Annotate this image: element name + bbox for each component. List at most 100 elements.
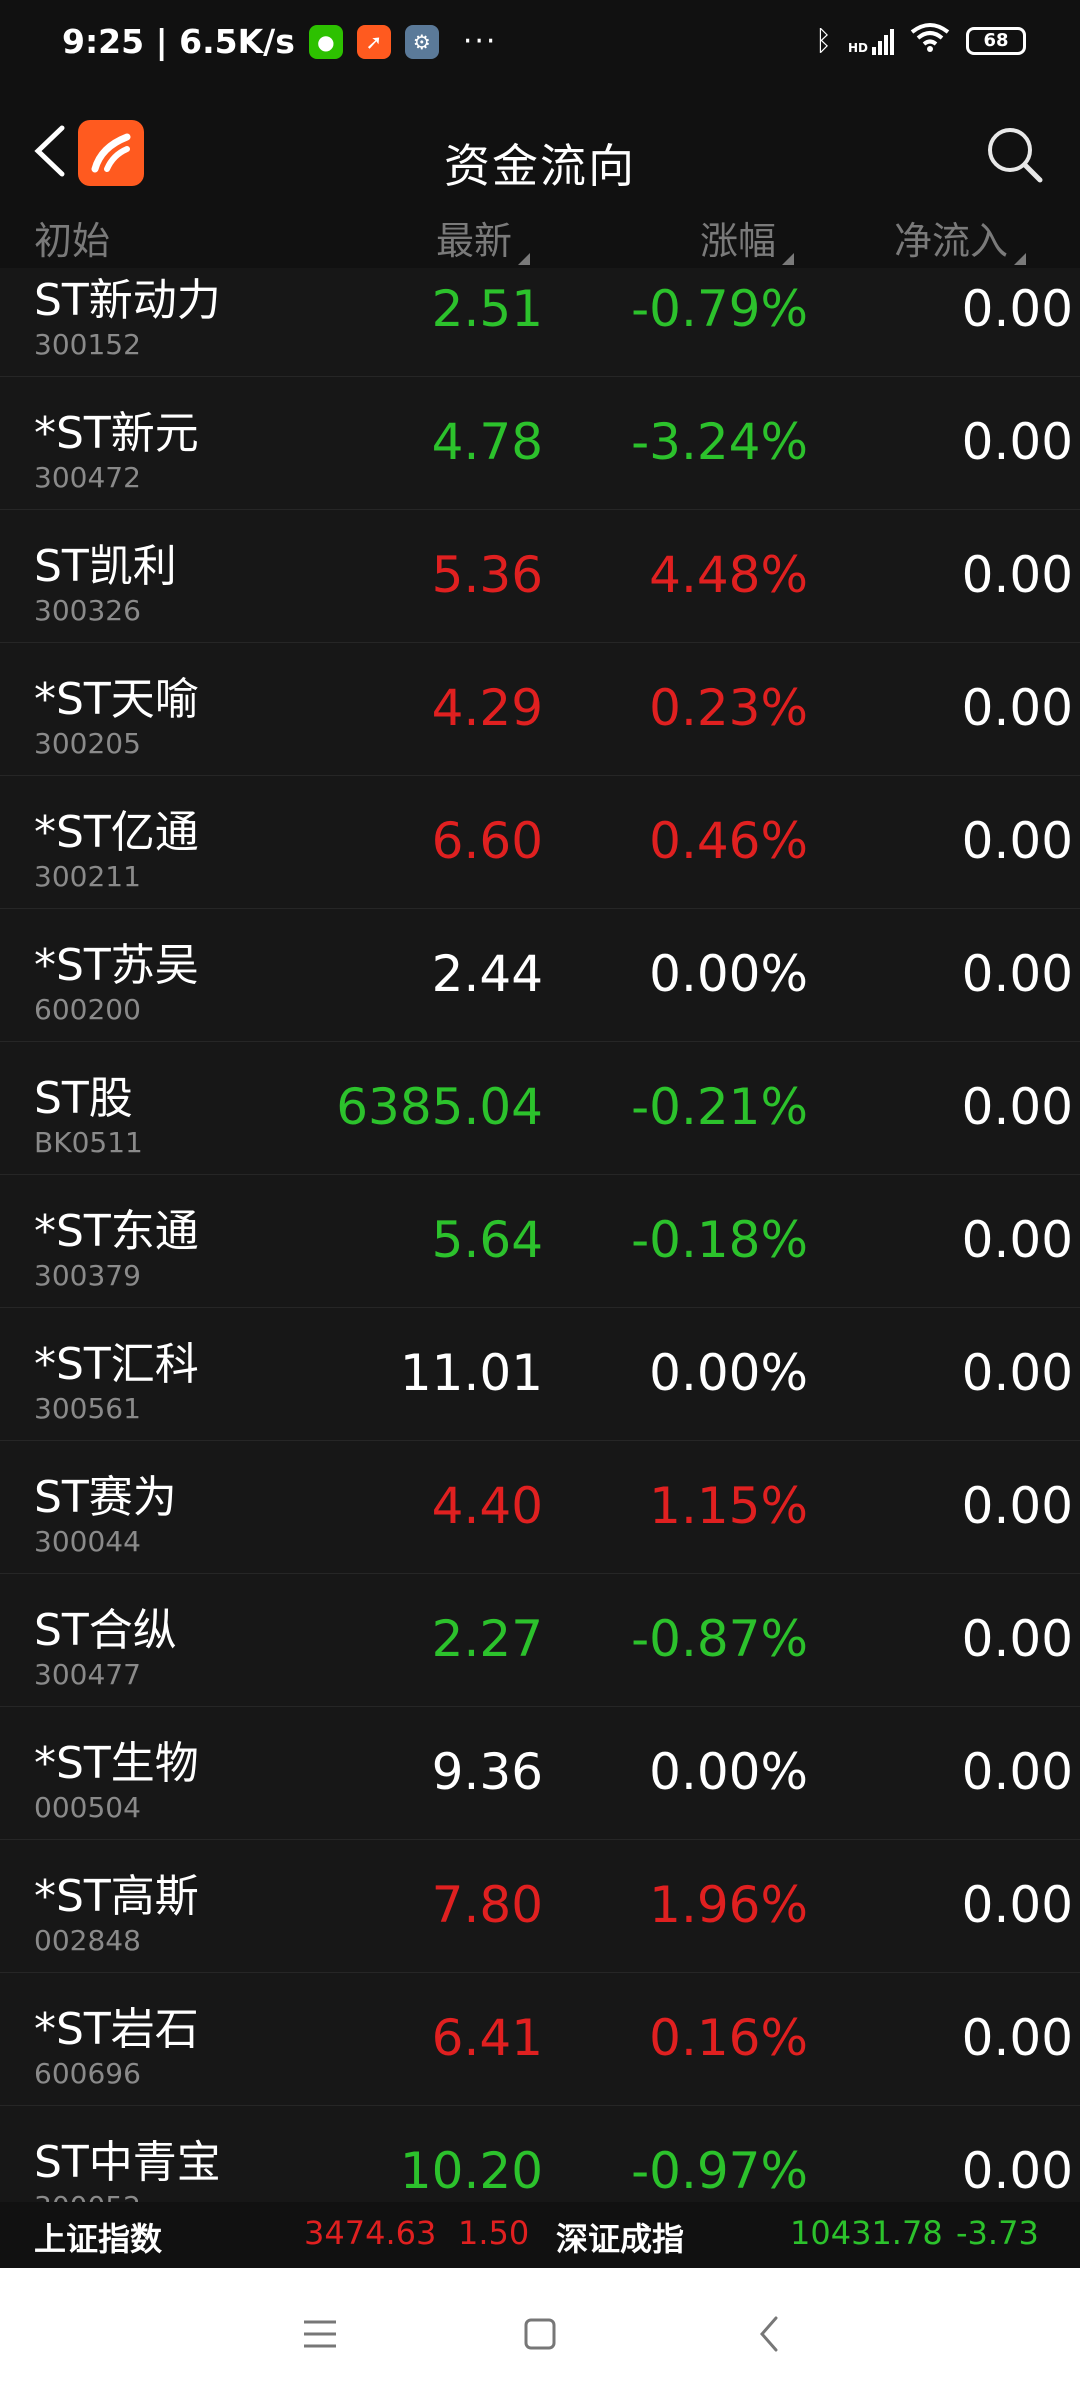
stock-net-inflow: 0.00	[961, 679, 1073, 737]
more-notifications-icon: ···	[462, 24, 498, 59]
stock-code: 600200	[34, 993, 141, 1026]
table-row[interactable]: ST合纵 300477 2.27 -0.87% 0.00	[0, 1574, 1080, 1707]
table-row[interactable]: *ST新元 300472 4.78 -3.24% 0.00	[0, 377, 1080, 510]
col-initial-label: 初始	[34, 219, 111, 263]
col-change[interactable]: 涨幅	[700, 210, 795, 265]
table-row[interactable]: *ST高斯 002848 7.80 1.96% 0.00	[0, 1840, 1080, 1973]
stock-name: *ST生物	[34, 1738, 199, 1789]
table-row[interactable]: ST中青宝 300052 10.20 -0.97% 0.00	[0, 2106, 1080, 2202]
stock-name: ST新动力	[34, 275, 221, 326]
gear-icon: ⚙	[404, 24, 439, 59]
stock-code: 300052	[34, 2190, 141, 2202]
stock-change: -0.18%	[631, 1211, 808, 1269]
stock-change: 1.96%	[649, 1876, 808, 1934]
page-title: 资金流向	[444, 139, 636, 193]
wechat-icon: ●	[308, 24, 343, 59]
table-row[interactable]: *ST东通 300379 5.64 -0.18% 0.00	[0, 1175, 1080, 1308]
stock-price: 6.60	[431, 812, 543, 870]
bluetooth-icon: ᛒ	[815, 24, 832, 57]
stock-net-inflow: 0.00	[961, 546, 1073, 604]
stock-price: 4.40	[431, 1477, 543, 1535]
stock-change: -0.97%	[631, 2142, 808, 2200]
stock-change: -3.24%	[631, 413, 808, 471]
stock-name: *ST汇科	[34, 1339, 199, 1390]
table-row[interactable]: *ST天喻 300205 4.29 0.23% 0.00	[0, 643, 1080, 776]
stock-price: 11.01	[399, 1344, 543, 1402]
table-row[interactable]: ST凯利 300326 5.36 4.48% 0.00	[0, 510, 1080, 643]
sz-index-change: -3.73	[956, 2214, 1039, 2252]
stock-price: 5.64	[431, 1211, 543, 1269]
stock-code: 300379	[34, 1259, 141, 1292]
stock-name: ST中青宝	[34, 2137, 221, 2188]
stock-net-inflow: 0.00	[961, 945, 1073, 1003]
stock-code: 000504	[34, 1791, 141, 1824]
table-row[interactable]: *ST岩石 600696 6.41 0.16% 0.00	[0, 1973, 1080, 2106]
stock-price: 10.20	[399, 2142, 543, 2200]
table-row[interactable]: ST赛为 300044 4.40 1.15% 0.00	[0, 1441, 1080, 1574]
index-ticker[interactable]: 上证指数 3474.63 1.50 深证成指 10431.78 -3.73	[0, 2202, 1080, 2268]
sort-icon	[1014, 253, 1027, 265]
battery-level: 68	[983, 30, 1009, 51]
stock-price: 6.41	[431, 2009, 543, 2067]
stock-net-inflow: 0.00	[961, 413, 1073, 471]
stock-name: ST合纵	[34, 1605, 177, 1656]
stock-change: 0.00%	[649, 1344, 808, 1402]
stock-net-inflow: 0.00	[961, 1477, 1073, 1535]
table-row[interactable]: *ST苏吴 600200 2.44 0.00% 0.00	[0, 909, 1080, 1042]
sort-icon	[782, 253, 795, 265]
table-row[interactable]: *ST汇科 300561 11.01 0.00% 0.00	[0, 1308, 1080, 1441]
stock-net-inflow: 0.00	[961, 1876, 1073, 1934]
stock-price: 6385.04	[336, 1078, 543, 1136]
stock-price: 4.29	[431, 679, 543, 737]
stock-net-inflow: 0.00	[961, 280, 1073, 338]
stock-net-inflow: 0.00	[961, 2142, 1073, 2200]
stock-net-inflow: 0.00	[961, 2009, 1073, 2067]
stock-name: *ST苏吴	[34, 940, 199, 991]
table-row[interactable]: ST股 BK0511 6385.04 -0.21% 0.00	[0, 1042, 1080, 1175]
stock-code: 300044	[34, 1525, 141, 1558]
stock-name: *ST岩石	[34, 2004, 199, 2055]
stock-code: 002848	[34, 1924, 141, 1957]
back-nav-icon[interactable]	[740, 2308, 800, 2360]
stock-change: 0.00%	[649, 1743, 808, 1801]
col-net-inflow[interactable]: 净流入	[894, 210, 1027, 265]
home-icon[interactable]	[510, 2308, 570, 2360]
status-bar: 9:25 | 6.5K/s ● ➚ ⚙ ··· ᛒ HD 68	[0, 0, 1080, 86]
sz-index-name: 深证成指	[556, 2220, 685, 2258]
col-initial[interactable]: 初始	[34, 210, 110, 265]
sz-index-value: 10431.78	[790, 2214, 943, 2252]
sh-index-value: 3474.63	[304, 2214, 437, 2252]
stock-change: 0.00%	[649, 945, 808, 1003]
table-row[interactable]: *ST生物 000504 9.36 0.00% 0.00	[0, 1707, 1080, 1840]
stock-change: 0.23%	[649, 679, 808, 737]
table-row[interactable]: ST新动力 300152 2.51 -0.79% 0.00	[0, 268, 1080, 377]
col-latest[interactable]: 最新	[436, 210, 531, 265]
stock-code: 300472	[34, 461, 141, 494]
stock-code: 300326	[34, 594, 141, 627]
stock-net-inflow: 0.00	[961, 1344, 1073, 1402]
stock-name: ST凯利	[34, 541, 177, 592]
col-change-label: 涨幅	[700, 219, 777, 263]
stock-net-inflow: 0.00	[961, 1078, 1073, 1136]
stock-code: 300205	[34, 727, 141, 760]
table-row[interactable]: *ST亿通 300211 6.60 0.46% 0.00	[0, 776, 1080, 909]
stock-code: BK0511	[34, 1126, 143, 1159]
system-nav-bar	[0, 2268, 1080, 2400]
stock-list[interactable]: ST新动力 300152 2.51 -0.79% 0.00 *ST新元 3004…	[0, 268, 1080, 2202]
search-icon[interactable]	[982, 122, 1046, 186]
stock-change: 0.46%	[649, 812, 808, 870]
status-time: 9:25 | 6.5K/s	[62, 22, 295, 61]
sort-icon	[518, 253, 531, 265]
stock-name: ST赛为	[34, 1472, 177, 1523]
menu-icon[interactable]	[290, 2308, 350, 2360]
stock-change: 1.15%	[649, 1477, 808, 1535]
wifi-icon	[910, 22, 950, 59]
stock-name: *ST新元	[34, 408, 199, 459]
battery-icon: 68	[966, 26, 1026, 55]
app-notification-icon: ➚	[356, 24, 391, 59]
sh-index-change: 1.50	[458, 2214, 530, 2252]
stock-price: 4.78	[431, 413, 543, 471]
stock-code: 600696	[34, 2057, 141, 2090]
stock-code: 300152	[34, 328, 141, 361]
stock-code: 300211	[34, 860, 141, 893]
